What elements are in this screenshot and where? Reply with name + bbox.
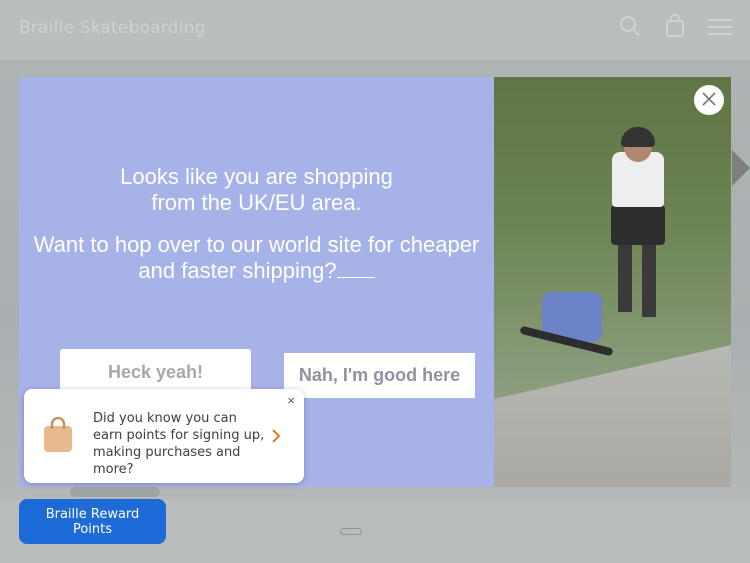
brand-logo[interactable]: Braille Skateboarding <box>19 18 206 38</box>
reward-toast[interactable]: Did you know you can earn points for sig… <box>24 389 304 483</box>
photo-kid-leg <box>618 242 632 312</box>
photo-kid-leg <box>642 242 656 317</box>
bag-icon[interactable] <box>664 14 686 43</box>
redirect-question-line2: and faster shipping? <box>138 258 337 283</box>
close-icon <box>701 91 717 110</box>
region-message-line1: Looks like you are shopping <box>120 164 393 189</box>
chevron-right-icon[interactable] <box>271 428 281 449</box>
shopping-bag-icon <box>42 416 74 458</box>
toast-close-button[interactable]: × <box>284 393 298 409</box>
site-header: Braille Skateboarding <box>0 0 750 56</box>
photo-ramp <box>494 345 731 487</box>
photo-kid-shorts <box>611 205 665 245</box>
redirect-question-line1: Want to hop over to our world site for c… <box>33 232 480 257</box>
slider-dot[interactable] <box>340 528 362 535</box>
redirect-question: Want to hop over to our world site for c… <box>19 232 494 284</box>
region-message-line2: from the UK/EU area. <box>151 190 362 215</box>
hero-underlay-shape <box>70 487 160 497</box>
menu-icon[interactable] <box>707 18 733 41</box>
redirect-question-line2-wrap: and faster shipping? <box>19 258 494 284</box>
stay-here-button[interactable]: Nah, I'm good here <box>284 353 475 398</box>
reward-points-button[interactable]: Braille Reward Points <box>19 499 166 544</box>
region-message: Looks like you are shopping from the UK/… <box>19 164 494 216</box>
underline-decoration <box>336 259 375 278</box>
modal-photo <box>494 77 731 487</box>
search-icon[interactable] <box>618 14 642 43</box>
photo-kid-helmet <box>621 127 655 147</box>
modal-close-button[interactable] <box>694 85 724 115</box>
toast-message: Did you know you can earn points for sig… <box>93 411 265 477</box>
